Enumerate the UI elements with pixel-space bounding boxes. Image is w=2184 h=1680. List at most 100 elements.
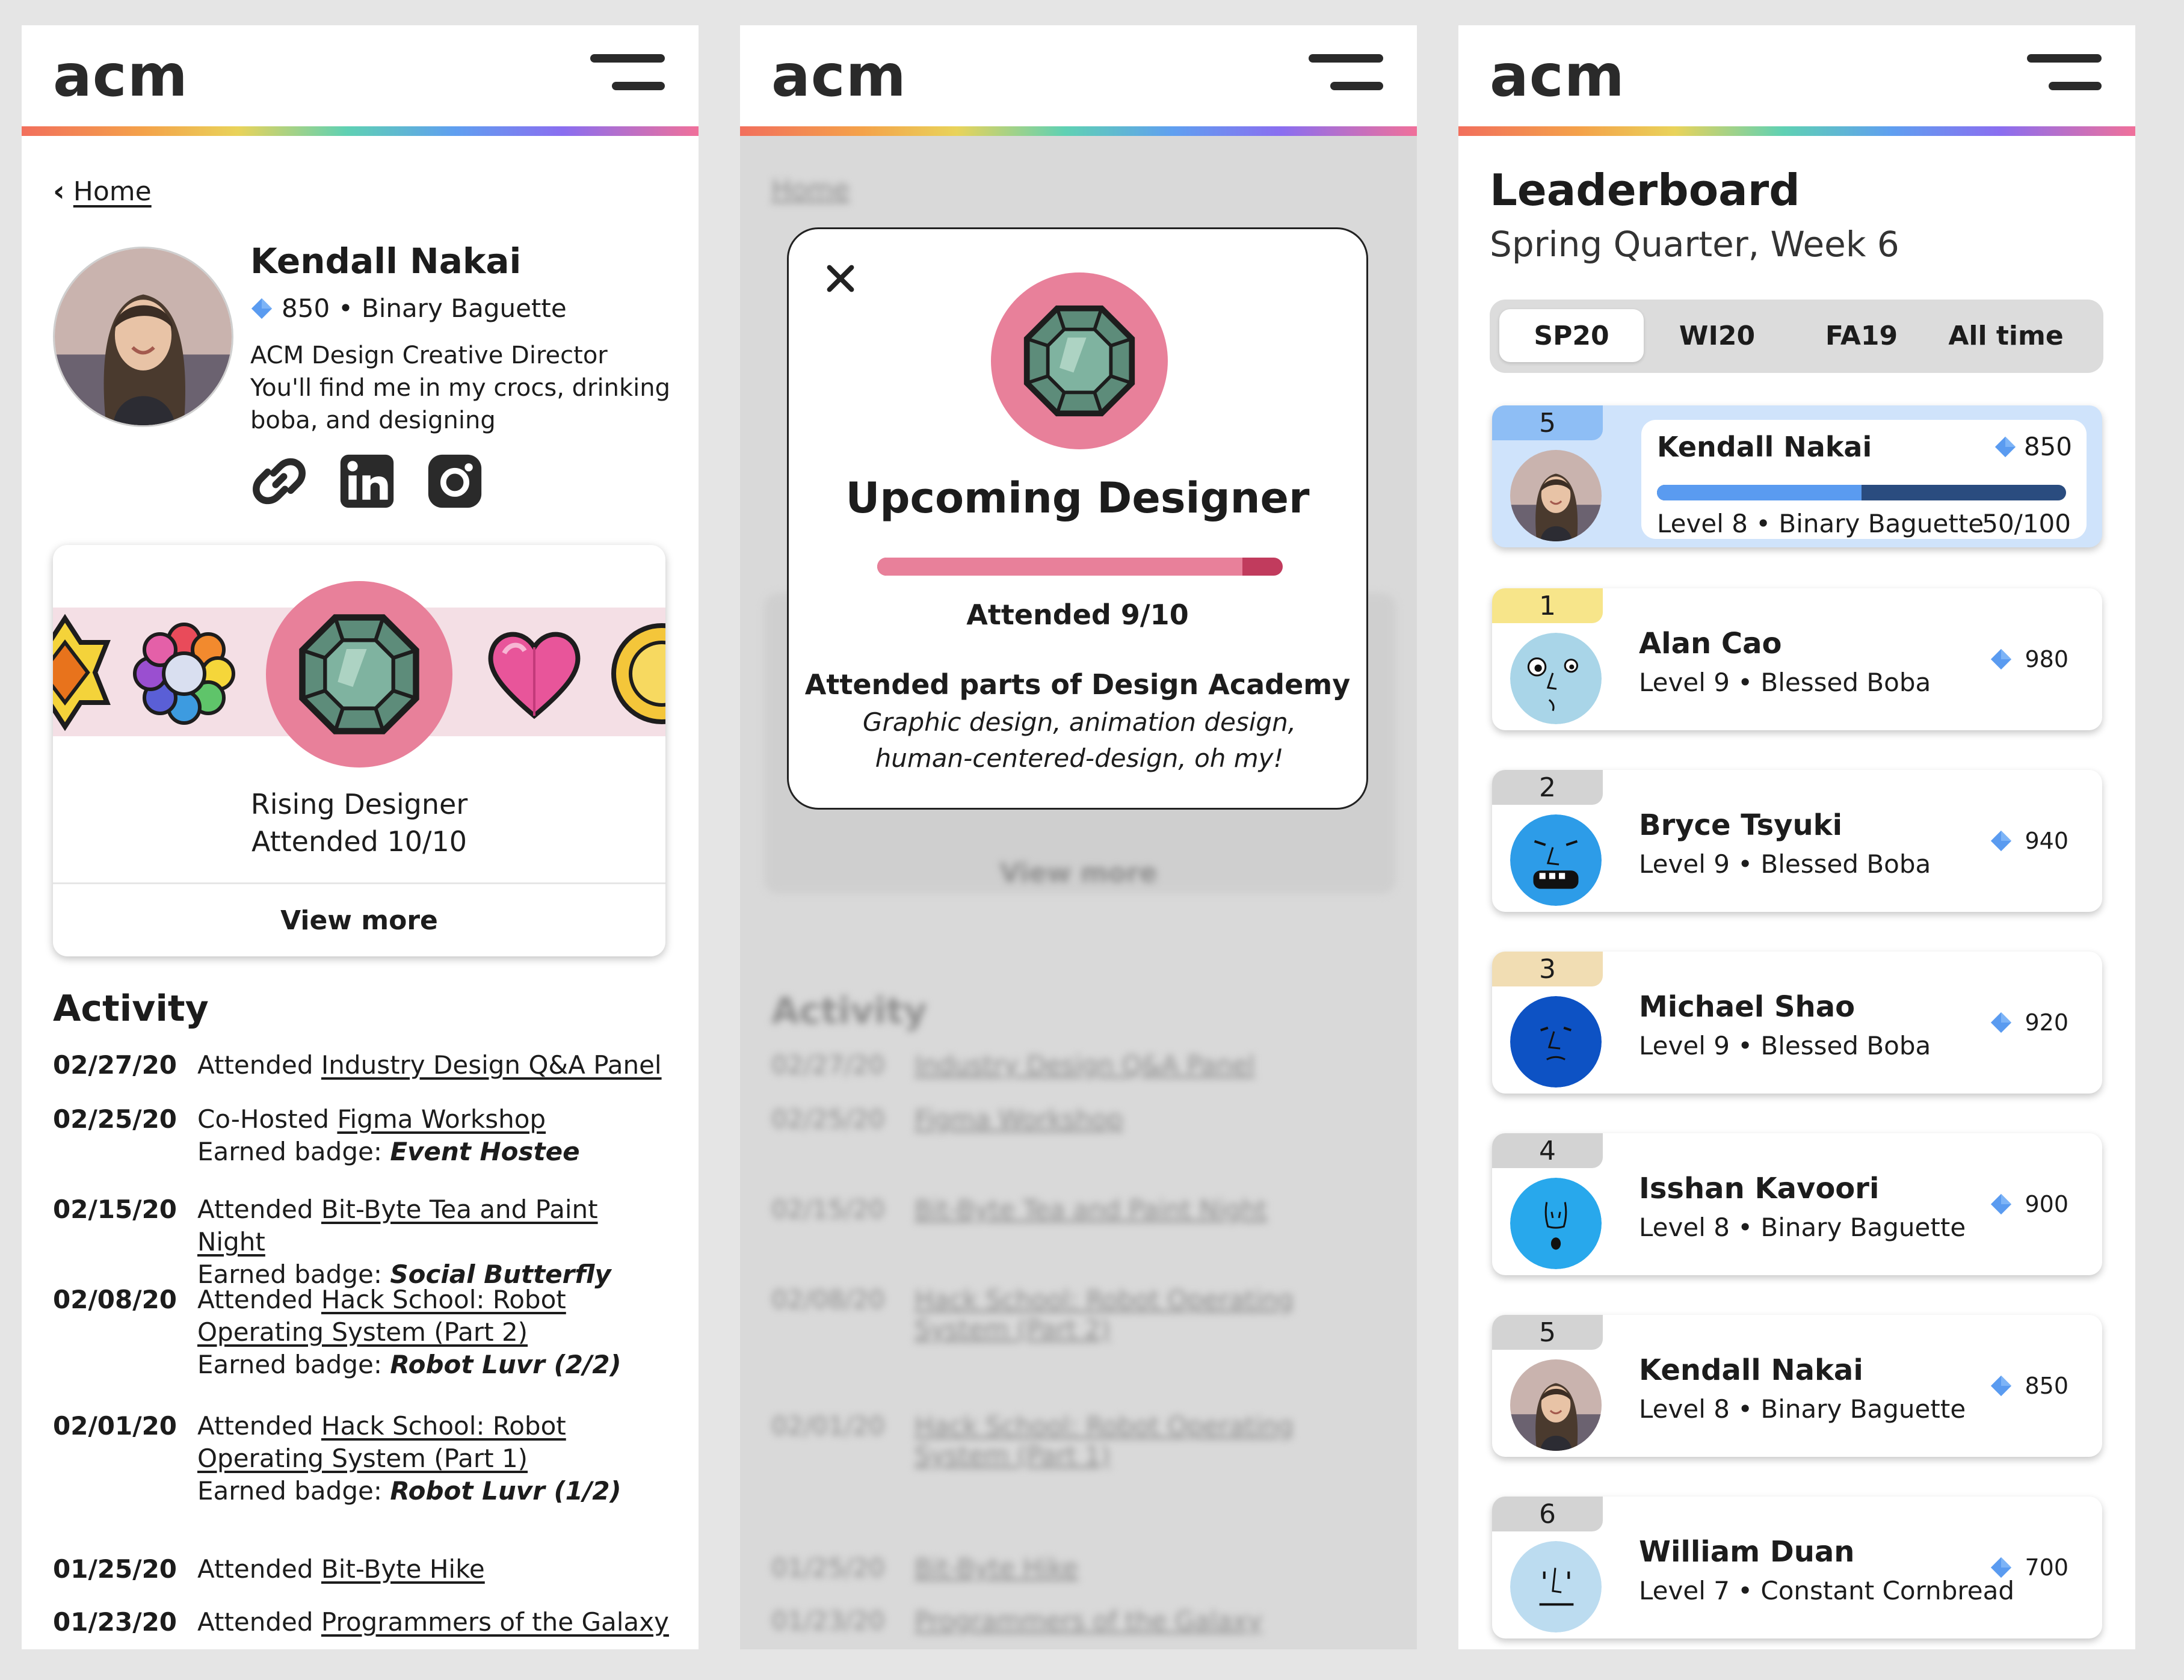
hamburger-menu-icon[interactable] (590, 54, 665, 93)
leaderboard-row[interactable]: 4 Isshan Kavoori Level 8 • Binary Baguet… (1492, 1133, 2102, 1275)
hamburger-menu-icon[interactable] (2027, 54, 2102, 93)
activity-date: 02/25/20 (53, 1104, 177, 1134)
leaderboard-row[interactable]: 2 Bryce Tsyuki Level 9 • Blessed Boba 94… (1492, 770, 2102, 912)
linkedin-icon[interactable] (338, 452, 396, 510)
activity-text: Attended Industry Design Q&A Panel (197, 1049, 673, 1082)
player-score: 700 (2025, 1554, 2068, 1581)
tab-all-time[interactable]: All time (1934, 309, 2078, 362)
app-header: acm (22, 25, 699, 126)
diamond-icon (1990, 1011, 2013, 1034)
blurred-activity-date: 02/01/20 (771, 1411, 885, 1441)
leaderboard-screen: acm Leaderboard Spring Quarter, Week 6 S… (1458, 25, 2135, 1649)
activity-text: Attended Programmers of the Galaxy (197, 1606, 673, 1638)
my-score: 850 (2023, 432, 2072, 461)
blurred-activity-event: Bit-Byte Tea and Paint Night (915, 1195, 1267, 1224)
chevron-left-icon: ‹ (53, 174, 65, 208)
close-icon[interactable] (822, 260, 859, 297)
event-link[interactable]: Programmers of the Galaxy (321, 1607, 669, 1637)
player-score: 940 (2025, 828, 2068, 854)
diamond-icon (1990, 648, 2013, 671)
activity-item: 02/15/20 Attended Bit-Byte Tea and Paint… (53, 1193, 685, 1291)
leaderboard-row[interactable]: 6 William Duan Level 7 • Constant Cornbr… (1492, 1497, 2102, 1638)
sun-badge-icon[interactable] (53, 612, 113, 733)
leaderboard-subtitle: Spring Quarter, Week 6 (1490, 224, 1899, 265)
player-score-row: 940 (1990, 828, 2068, 854)
blurred-activity-event: Bit-Byte Hike (915, 1553, 1078, 1583)
leaderboard-row[interactable]: 3 Michael Shao Level 9 • Blessed Boba 92… (1492, 952, 2102, 1094)
activity-text: Attended Hack School: Robot Operating Sy… (197, 1410, 673, 1507)
badge-detail-modal: Upcoming Designer Attended 9/10 Attended… (787, 227, 1368, 810)
modal-description: Graphic design, animation design, human-… (862, 707, 1297, 773)
rainbow-divider (740, 126, 1417, 136)
rank-badge: 5 (1492, 405, 1603, 440)
tab-wi20[interactable]: WI20 (1645, 309, 1789, 362)
player-name: Michael Shao (1639, 990, 1855, 1024)
leaderboard-title: Leaderboard (1490, 165, 1800, 215)
acm-logo[interactable]: acm (53, 42, 188, 109)
event-link[interactable]: Bit-Byte Hike (321, 1554, 485, 1584)
profile-score-row: 850 • Binary Baguette (250, 294, 567, 323)
activity-item: 02/01/20 Attended Hack School: Robot Ope… (53, 1410, 685, 1507)
my-level: Level 8 • Binary Baguette (1657, 509, 1984, 538)
heart-badge-icon[interactable] (480, 620, 588, 728)
blurred-activity-date: 02/27/20 (771, 1050, 885, 1080)
profile-bio: ACM Design Creative Director You'll find… (250, 339, 671, 437)
blurred-activity-date: 02/15/20 (771, 1195, 885, 1224)
activity-heading: Activity (53, 988, 209, 1030)
profile-avatar (53, 247, 233, 427)
link-icon[interactable] (250, 452, 308, 510)
player-name: William Duan (1639, 1535, 1855, 1569)
badge-carousel-card[interactable]: Rising Designer Attended 10/10 View more (53, 545, 665, 956)
separator-dot: • (338, 294, 353, 323)
blurred-activity-event: Hack School: Robot Operating System (Par… (915, 1411, 1294, 1470)
activity-text: Attended Bit-Byte Tea and Paint Night Ear… (197, 1193, 673, 1291)
event-link[interactable]: Industry Design Q&A Panel (321, 1050, 662, 1080)
instagram-icon[interactable] (426, 452, 484, 510)
player-score: 900 (2025, 1191, 2068, 1217)
my-rank-card[interactable]: 5 Kendall Nakai 850 Level 8 • Binary Bag… (1492, 405, 2102, 547)
blurred-activity-event: Industry Design Q&A Panel (915, 1050, 1255, 1080)
player-name: Kendall Nakai (1639, 1353, 1863, 1387)
activity-item: 01/25/20 Attended Bit-Byte Hike (53, 1553, 685, 1586)
player-level: Level 9 • Blessed Boba (1639, 668, 1931, 697)
rank-badge: 6 (1492, 1497, 1603, 1531)
octagon-gem-icon (1021, 303, 1138, 419)
event-link[interactable]: Figma Workshop (337, 1104, 546, 1134)
back-home-link[interactable]: ‹ Home (53, 174, 152, 208)
coin-badge-icon[interactable] (608, 620, 665, 728)
diamond-icon (250, 297, 273, 320)
hamburger-menu-icon[interactable] (1309, 54, 1383, 93)
bio-role: ACM Design Creative Director (250, 342, 608, 369)
earned-badge-name: Robot Luvr (2/2) (390, 1350, 622, 1379)
leaderboard-row[interactable]: 1 Alan Cao Level 9 • Blessed Boba 980 (1492, 588, 2102, 730)
modal-badge-title: Upcoming Designer (845, 473, 1310, 523)
modal-description-title: Attended parts of Design Academy (804, 668, 1351, 701)
profile-screen: acm ‹ Home Kendall Nakai 850 • Binary Ba… (22, 25, 699, 1649)
flower-badge-icon[interactable] (130, 620, 238, 728)
acm-logo[interactable]: acm (1490, 42, 1625, 109)
selected-badge-circle[interactable] (266, 581, 452, 768)
leaderboard-row[interactable]: 5 Kendall Nakai Level 8 • Binary Baguett… (1492, 1315, 2102, 1457)
player-level: Level 7 • Constant Cornbread (1639, 1576, 2014, 1605)
my-progress-text: 50/100 (1982, 509, 2071, 538)
level-progress-fill (1657, 485, 1862, 500)
player-score: 850 (2025, 1373, 2068, 1399)
activity-date: 02/08/20 (53, 1285, 177, 1314)
player-score: 980 (2025, 646, 2068, 672)
level-progress-bar (1657, 485, 2066, 500)
rank-badge: 5 (1492, 1315, 1603, 1350)
player-level: Level 8 • Binary Baguette (1639, 1213, 1966, 1242)
acm-logo[interactable]: acm (771, 42, 907, 109)
view-more-button[interactable]: View more (53, 882, 665, 956)
earned-badge-label: Earned badge: (197, 1137, 390, 1166)
rank-badge: 1 (1492, 588, 1603, 623)
player-score: 920 (2025, 1009, 2068, 1036)
activity-date: 02/27/20 (53, 1050, 177, 1080)
william-avatar-face-icon (1510, 1541, 1602, 1632)
tab-sp20[interactable]: SP20 (1499, 309, 1644, 362)
activity-date: 01/25/20 (53, 1554, 177, 1584)
tab-fa19[interactable]: FA19 (1789, 309, 1934, 362)
rainbow-divider (1458, 126, 2135, 136)
profile-rank-title: Binary Baguette (361, 294, 567, 323)
player-score-row: 980 (1990, 646, 2068, 672)
